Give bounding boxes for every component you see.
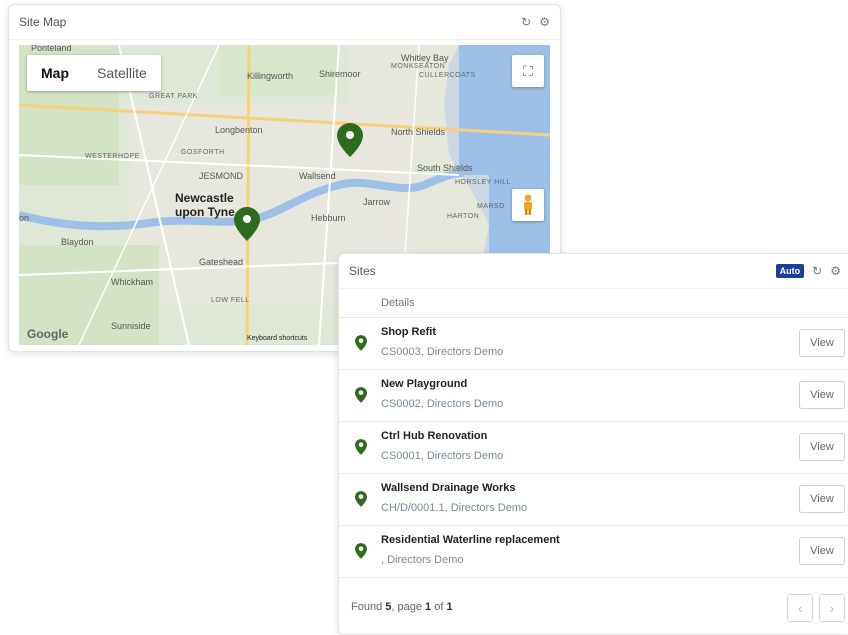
map-label-whickham: Whickham bbox=[111, 277, 154, 287]
site-map-header: Site Map ↻ ⚙ bbox=[9, 5, 560, 40]
map-label-on: on bbox=[19, 213, 30, 223]
map-label-wallsend: Wallsend bbox=[299, 171, 336, 181]
map-pin-icon bbox=[355, 439, 367, 455]
site-subtitle: , Directors Demo bbox=[381, 554, 464, 566]
map-pin-icon bbox=[355, 387, 367, 403]
site-title: New Playground bbox=[381, 378, 468, 390]
site-row: Ctrl Hub Renovation CS0001, Directors Dem… bbox=[339, 422, 848, 474]
view-button[interactable]: View bbox=[799, 485, 845, 513]
map-label-jesmond: JESMOND bbox=[199, 171, 244, 181]
chevron-right-icon[interactable]: › bbox=[819, 594, 845, 622]
map-label-low-fell: LOW FELL bbox=[211, 297, 250, 304]
page-label: , page bbox=[391, 601, 422, 613]
page-number: 1 bbox=[425, 601, 432, 613]
keyboard-shortcuts-link[interactable]: Keyboard shortcuts bbox=[247, 335, 307, 342]
pegman-icon[interactable] bbox=[512, 189, 544, 221]
refresh-icon[interactable]: ↻ bbox=[521, 15, 531, 29]
site-title: Shop Refit bbox=[381, 326, 436, 338]
refresh-icon[interactable]: ↻ bbox=[812, 264, 822, 278]
map-type-satellite[interactable]: Satellite bbox=[83, 55, 161, 91]
map-pin-icon bbox=[355, 335, 367, 351]
site-title: Wallsend Drainage Works bbox=[381, 482, 516, 494]
map-label-ponteland: Ponteland bbox=[31, 45, 72, 53]
site-row: Shop Refit CS0003, Directors Demo View bbox=[339, 318, 848, 370]
map-label-longbenton: Longbenton bbox=[215, 125, 263, 135]
map-label-harton: HARTON bbox=[447, 213, 480, 220]
sites-list: Shop Refit CS0003, Directors Demo View New … bbox=[339, 318, 848, 578]
auto-badge[interactable]: Auto bbox=[775, 264, 805, 278]
map-label-monkseaton: MONKSEATON bbox=[391, 63, 446, 70]
map-pin-icon[interactable] bbox=[337, 123, 363, 157]
map-label-westerhope: WESTERHOPE bbox=[85, 153, 140, 160]
map-label-cullercoats: CULLERCOATS bbox=[419, 72, 476, 79]
site-subtitle: CH/D/0001.1, Directors Demo bbox=[381, 502, 528, 514]
gear-icon[interactable]: ⚙ bbox=[830, 264, 841, 278]
sites-card: Sites Auto ↻ ⚙ Details Shop Refit CS0003,… bbox=[338, 253, 848, 635]
map-label-south-shields: South Shields bbox=[417, 163, 473, 173]
map-label-killingworth: Killingworth bbox=[247, 71, 294, 81]
view-button[interactable]: View bbox=[799, 537, 845, 565]
site-subtitle: CS0001, Directors Demo bbox=[381, 450, 504, 462]
found-label: Found bbox=[351, 601, 383, 613]
site-title: Ctrl Hub Renovation bbox=[381, 430, 488, 442]
column-header-details: Details bbox=[339, 289, 848, 318]
map-label-great-park: GREAT PARK bbox=[149, 93, 198, 100]
sites-footer: Found 5, page 1 of 1 ‹ › bbox=[339, 584, 848, 630]
sites-header: Sites Auto ↻ ⚙ bbox=[339, 254, 848, 289]
map-label-shiremoor: Shiremoor bbox=[319, 69, 361, 79]
site-subtitle: CS0002, Directors Demo bbox=[381, 398, 504, 410]
sites-title: Sites bbox=[349, 264, 376, 278]
of-label: of bbox=[434, 601, 444, 613]
map-label-newcastle: Newcastle bbox=[175, 191, 234, 205]
map-pin-icon bbox=[355, 491, 367, 507]
map-label-upon-tyne: upon Tyne bbox=[175, 205, 235, 219]
site-subtitle: CS0003, Directors Demo bbox=[381, 346, 504, 358]
map-label-whitley-bay: Whitley Bay bbox=[401, 53, 449, 63]
map-label-jarrow: Jarrow bbox=[363, 197, 391, 207]
google-logo: Google bbox=[27, 327, 69, 341]
chevron-left-icon[interactable]: ‹ bbox=[787, 594, 813, 622]
site-map-title: Site Map bbox=[19, 15, 67, 29]
site-row: New Playground CS0002, Directors Demo View bbox=[339, 370, 848, 422]
gear-icon[interactable]: ⚙ bbox=[539, 15, 550, 29]
view-button[interactable]: View bbox=[799, 381, 845, 409]
map-pin-icon[interactable] bbox=[234, 207, 260, 241]
map-label-sunniside: Sunniside bbox=[111, 321, 151, 331]
view-button[interactable]: View bbox=[799, 433, 845, 461]
site-row: Wallsend Drainage Works CH/D/0001.1, Dire… bbox=[339, 474, 848, 526]
site-title: Residential Waterline replacement bbox=[381, 534, 560, 546]
map-pin-icon bbox=[355, 543, 367, 559]
map-type-map[interactable]: Map bbox=[27, 55, 83, 91]
total-pages: 1 bbox=[446, 601, 453, 613]
site-row: Residential Waterline replacement , Direc… bbox=[339, 526, 848, 578]
fullscreen-icon[interactable]: ⛶ bbox=[512, 55, 544, 87]
map-label-north-shields: North Shields bbox=[391, 127, 446, 137]
map-label-hebburn: Hebburn bbox=[311, 213, 346, 223]
map-label-gateshead: Gateshead bbox=[199, 257, 244, 267]
map-label-blaydon: Blaydon bbox=[61, 237, 94, 247]
view-button[interactable]: View bbox=[799, 329, 845, 357]
map-label-marsden: MARSD bbox=[477, 203, 505, 210]
map-label-horsley-hill: HORSLEY HILL bbox=[455, 179, 512, 186]
map-label-gosforth: GOSFORTH bbox=[181, 149, 225, 156]
map-type-toggle: Map Satellite bbox=[27, 55, 161, 91]
